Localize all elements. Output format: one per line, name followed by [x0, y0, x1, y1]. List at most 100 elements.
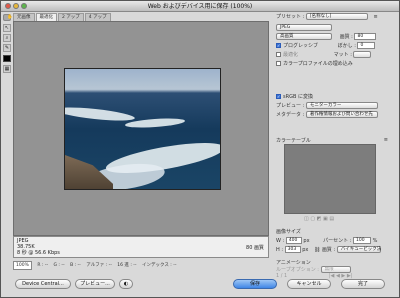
status-hex: 16 進 : --	[117, 263, 137, 268]
info-quality: 80 画質	[246, 245, 264, 251]
quality-level-select[interactable]: 高画質	[276, 33, 332, 40]
blur-label: ぼかし :	[337, 43, 356, 49]
embed-profile-label: カラープロファイルの埋め込み	[283, 61, 353, 67]
animation-label: アニメーション	[276, 260, 311, 266]
toolbox: ✋ ↖ ⌕ ✎ ▦	[2, 13, 13, 213]
percent-unit: %	[372, 238, 378, 244]
preview-select[interactable]: モニターカラー	[305, 102, 378, 109]
format-row: JPEG	[276, 24, 332, 31]
quality-label: 画質 :	[339, 34, 353, 40]
panel-menu-icon[interactable]: ≡	[373, 14, 377, 20]
height-unit: px	[302, 247, 309, 253]
info-speed: 8 秒 @ 56.6 Kbps	[17, 250, 60, 256]
srgb-row: ✓ sRGB に変換	[276, 93, 313, 100]
zoom-tool-icon[interactable]: ⌕	[3, 34, 11, 42]
height-row: H : 303 px ⛓ 画質 : バイキュービック法	[276, 246, 381, 253]
color-table-buttons: ◫ ▢ ◩ ▣ ▤	[304, 216, 334, 222]
done-button[interactable]: 完了	[341, 279, 385, 289]
metadata-select[interactable]: 著作権情報および問い合わせ先	[305, 111, 378, 118]
height-label: H :	[276, 247, 284, 253]
title-bar: Web およびデバイス用に保存 (100%)	[1, 1, 399, 12]
status-r: R : --	[37, 263, 49, 268]
image-size-header: 画像サイズ	[276, 228, 301, 235]
preview-button[interactable]: プレビュー...	[75, 279, 115, 289]
matte-select[interactable]	[353, 51, 372, 58]
status-bar: 100% R : -- G : -- B : -- アルファ : -- 16 進…	[13, 261, 269, 271]
metadata-row: メタデータ : 著作権情報および問い合わせ先	[276, 111, 378, 118]
progressive-row: ✓ プログレッシブ ぼかし : 0	[276, 42, 376, 49]
status-index: インデックス : --	[141, 263, 177, 268]
wave-1	[65, 104, 136, 124]
progressive-label: プログレッシブ	[283, 43, 319, 49]
optimized-checkbox[interactable]	[276, 52, 281, 57]
loop-select[interactable]: 無限	[320, 266, 351, 273]
eyedropper-tool-icon[interactable]: ✎	[3, 44, 11, 52]
srgb-label: sRGB に変換	[283, 94, 313, 100]
preset-label: プリセット :	[276, 14, 305, 20]
resample-select[interactable]: バイキュービック法	[336, 246, 381, 253]
save-button[interactable]: 保存	[233, 279, 277, 289]
color-table-menu-icon[interactable]: ≡	[384, 137, 388, 143]
preview-row: プレビュー : モニターカラー	[276, 102, 378, 109]
matte-label: マット :	[333, 52, 352, 58]
metadata-label: メタデータ :	[276, 112, 305, 118]
browser-preview-icon[interactable]: ◐	[119, 279, 133, 289]
embed-profile-checkbox[interactable]	[276, 61, 281, 66]
link-icon[interactable]: ⛓	[314, 247, 320, 253]
optimized-row: 最適化 マット :	[276, 51, 372, 58]
device-central-button[interactable]: Device Central...	[15, 279, 71, 289]
color-table-grid[interactable]	[284, 144, 376, 214]
preview-label: プレビュー :	[276, 103, 305, 109]
width-input[interactable]: 400	[285, 237, 302, 244]
width-row: W : 400 px パーセント : 100 %	[276, 237, 377, 244]
tab-4-up[interactable]: 4 アップ	[84, 13, 111, 21]
status-alpha: アルファ : --	[86, 263, 112, 268]
quality-input[interactable]: 80	[354, 33, 377, 40]
status-g: G : --	[53, 263, 65, 268]
percent-input[interactable]: 100	[353, 237, 372, 244]
color-table-panel: カラーテーブル ≡ ◫ ▢ ◩ ▣ ▤	[276, 137, 390, 225]
progressive-checkbox[interactable]: ✓	[276, 43, 281, 48]
lock-icon[interactable]: ▢	[310, 216, 315, 222]
cancel-button[interactable]: キャンセル	[287, 279, 331, 289]
tab-original[interactable]: 元画像	[13, 13, 35, 21]
close-icon[interactable]	[5, 3, 11, 9]
format-select[interactable]: JPEG	[276, 24, 332, 31]
preview-image	[64, 68, 221, 190]
save-for-web-dialog: Web およびデバイス用に保存 (100%) ✋ ↖ ⌕ ✎ ▦ 元画像 最適化 2…	[0, 0, 400, 298]
hand-tool-icon[interactable]: ✋	[3, 14, 13, 21]
eyedropper-color-swatch[interactable]	[3, 55, 11, 62]
settings-panel: プリセット : [名称なし] ≡ JPEG 高画質 画質 : 80 ✓ プログレッ…	[272, 13, 394, 279]
optimized-info-bar: JPEG 38.75K 8 秒 @ 56.6 Kbps 80 画質	[13, 236, 269, 258]
width-label: W :	[276, 238, 285, 244]
trash-icon[interactable]: ▤	[329, 216, 334, 222]
quality-row: 高画質 画質 : 80	[276, 33, 377, 40]
slice-select-tool-icon[interactable]: ↖	[3, 24, 11, 32]
window-controls	[5, 3, 29, 11]
dialog-buttons: Device Central... プレビュー... ◐ 保存 キャンセル 完了	[1, 276, 399, 296]
embed-profile-row: カラープロファイルの埋め込み	[276, 60, 353, 67]
status-b: B : --	[70, 263, 81, 268]
tab-2-up[interactable]: 2 アップ	[58, 13, 84, 21]
preset-row: プリセット : [名称なし] ≡	[276, 13, 378, 20]
image-size-label: 画像サイズ	[276, 229, 301, 235]
resample-label: 画質 :	[321, 247, 336, 253]
web-shift-icon[interactable]: ◩	[317, 216, 322, 222]
toggle-slices-icon[interactable]: ▦	[3, 65, 11, 73]
zoom-level-select[interactable]: 100%	[13, 261, 32, 270]
percent-label: パーセント :	[323, 238, 352, 244]
minimize-icon[interactable]	[13, 3, 19, 9]
new-color-icon[interactable]: ▣	[323, 216, 328, 222]
zoom-icon[interactable]	[21, 3, 27, 9]
preset-select[interactable]: [名称なし]	[305, 13, 368, 20]
srgb-checkbox[interactable]: ✓	[276, 94, 281, 99]
height-input[interactable]: 303	[284, 246, 301, 253]
tab-optimized[interactable]: 最適化	[35, 13, 57, 21]
blur-input[interactable]: 0	[357, 42, 376, 49]
width-unit: px	[303, 238, 310, 244]
snap-icon[interactable]: ◫	[304, 216, 309, 222]
image-preview-area[interactable]	[13, 21, 269, 236]
window-title: Web およびデバイス用に保存 (100%)	[147, 3, 253, 10]
optimized-label: 最適化	[283, 52, 299, 58]
view-tabs: 元画像 最適化 2 アップ 4 アップ	[13, 13, 112, 21]
